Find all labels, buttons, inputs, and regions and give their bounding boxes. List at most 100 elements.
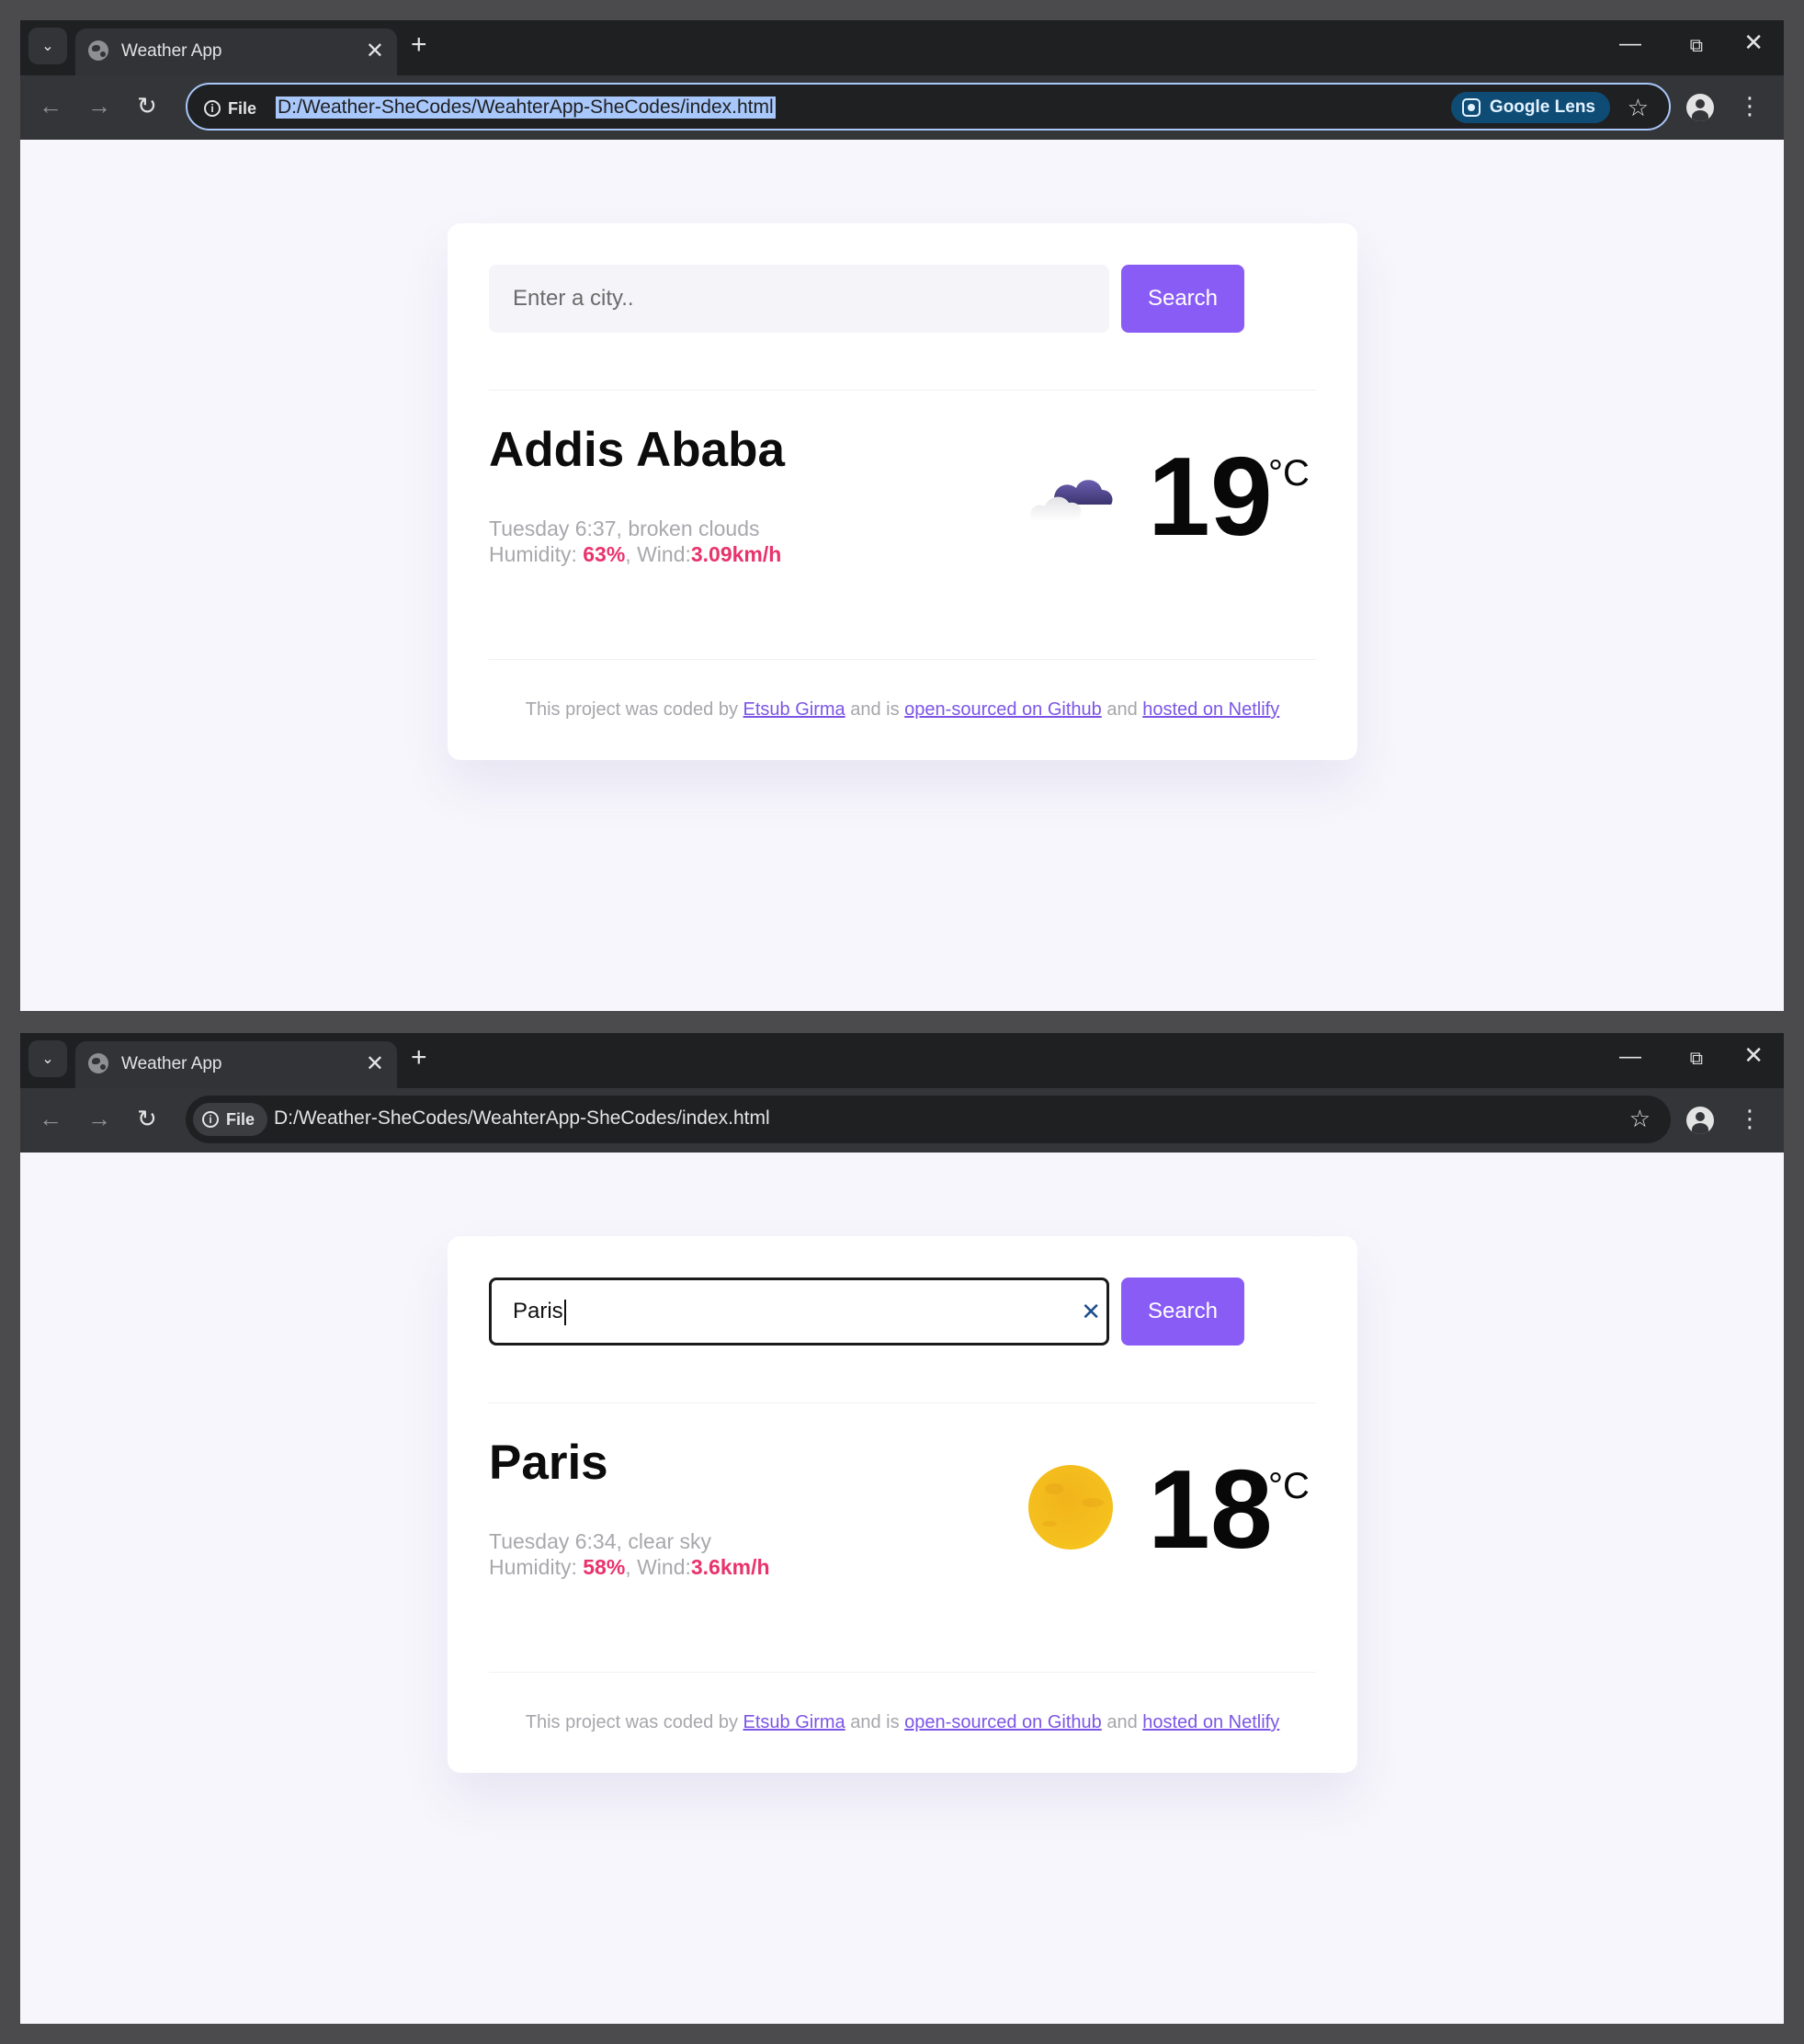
url-text[interactable]: D:/Weather-SheCodes/WeahterApp-SheCodes/… [276, 97, 776, 119]
humidity-value: 58% [583, 1555, 626, 1579]
city-search-input[interactable]: Enter a city.. [489, 265, 1109, 333]
temperature-unit: °C [1268, 1466, 1310, 1506]
search-button[interactable]: Search [1121, 1278, 1244, 1346]
lens-icon [1461, 98, 1481, 117]
info-icon: i [202, 1111, 219, 1128]
humidity-value: 63% [583, 542, 626, 566]
google-lens-label: Google Lens [1489, 97, 1595, 117]
close-window-icon[interactable]: ✕ [1743, 1043, 1764, 1067]
page-viewport: Enter a city.. Search Addis Ababa Tuesda… [20, 140, 1784, 1011]
profile-avatar-icon[interactable] [1686, 1107, 1714, 1134]
search-button[interactable]: Search [1121, 265, 1244, 333]
back-arrow-icon[interactable]: ← [39, 94, 62, 118]
divider [489, 1402, 1316, 1403]
globe-icon [88, 1053, 108, 1073]
temperature-value: 18 [1148, 1447, 1273, 1572]
forward-arrow-icon[interactable]: → [87, 1107, 111, 1130]
reload-icon[interactable]: ↻ [137, 94, 157, 118]
google-lens-button[interactable]: Google Lens [1450, 92, 1610, 123]
tab-search-button[interactable]: ⌄ [28, 28, 67, 64]
tab-search-button[interactable]: ⌄ [28, 1040, 67, 1077]
menu-kebab-icon[interactable]: ⋮ [1738, 92, 1762, 119]
humidity-label: Humidity: [489, 542, 584, 566]
site-info-chip[interactable]: i File [195, 92, 269, 125]
weather-card: Enter a city.. Search Addis Ababa Tuesda… [448, 223, 1357, 760]
browser-window-2: ⌄ Weather App ✕ + — ⧉ ✕ ← → ↻ i File D:/… [20, 1033, 1784, 2024]
minimize-icon[interactable]: — [1619, 1046, 1641, 1068]
close-window-icon[interactable]: ✕ [1743, 30, 1764, 54]
text-caret [563, 1299, 566, 1325]
globe-icon [88, 40, 108, 61]
wind-label: Wind: [637, 542, 691, 566]
back-arrow-icon[interactable]: ← [39, 1107, 62, 1130]
tab-close-icon[interactable]: ✕ [366, 38, 384, 64]
url-text[interactable]: D:/Weather-SheCodes/WeahterApp-SheCodes/… [274, 1107, 770, 1130]
city-search-input[interactable]: Paris ✕ [489, 1278, 1109, 1346]
tab-title: Weather App [121, 1054, 222, 1073]
browser-toolbar: ← → ↻ i File D:/Weather-SheCodes/Weahter… [20, 75, 1784, 140]
divider [489, 659, 1316, 660]
broken-clouds-icon [1030, 480, 1113, 521]
file-label: File [226, 1109, 255, 1129]
browser-window-1: ⌄ Weather App ✕ + — ⧉ ✕ ← → ↻ i File D:/… [20, 20, 1784, 1011]
bookmark-star-icon[interactable]: ☆ [1629, 1105, 1651, 1132]
clear-sky-sun-icon [1028, 1465, 1113, 1550]
humidity-label: Humidity: [489, 1555, 584, 1579]
site-info-chip[interactable]: i File [193, 1103, 268, 1136]
tab-weather-app[interactable]: Weather App ✕ [75, 28, 397, 75]
bookmark-star-icon[interactable]: ☆ [1628, 94, 1649, 121]
new-tab-button[interactable]: + [411, 31, 427, 59]
temperature-unit: °C [1268, 453, 1310, 494]
restore-icon[interactable]: ⧉ [1690, 35, 1703, 57]
info-icon: i [204, 100, 221, 117]
author-link[interactable]: Etsub Girma [743, 699, 845, 720]
tab-bar: ⌄ Weather App ✕ + — ⧉ ✕ [20, 1033, 1784, 1088]
day-time: Tuesday 6:37 [489, 517, 617, 540]
file-label: File [228, 98, 257, 118]
minimize-icon[interactable]: — [1619, 33, 1641, 55]
restore-icon[interactable]: ⧉ [1690, 1048, 1703, 1070]
netlify-link[interactable]: hosted on Netlify [1142, 699, 1279, 720]
city-name: Paris [489, 1436, 608, 1490]
tab-title: Weather App [121, 41, 222, 61]
wind-value: 3.6km/h [690, 1555, 770, 1579]
tab-bar: ⌄ Weather App ✕ + — ⧉ ✕ [20, 20, 1784, 75]
github-link[interactable]: open-sourced on Github [904, 699, 1102, 720]
address-bar[interactable]: i File D:/Weather-SheCodes/WeahterApp-Sh… [186, 1096, 1671, 1143]
forward-arrow-icon[interactable]: → [87, 94, 111, 118]
menu-kebab-icon[interactable]: ⋮ [1738, 1105, 1762, 1132]
divider [489, 390, 1316, 391]
weather-details: Tuesday 6:34, clear sky Humidity: 58%, W… [489, 1529, 770, 1579]
wind-value: 3.09km/h [690, 542, 782, 566]
netlify-link[interactable]: hosted on Netlify [1142, 1712, 1279, 1732]
clear-search-icon[interactable]: ✕ [1081, 1280, 1101, 1343]
temperature-value: 19 [1148, 434, 1273, 559]
address-bar[interactable]: i File D:/Weather-SheCodes/WeahterApp-Sh… [186, 83, 1671, 131]
reload-icon[interactable]: ↻ [137, 1107, 157, 1130]
city-name: Addis Ababa [489, 423, 785, 477]
wind-label: Wind: [637, 1555, 691, 1579]
author-link[interactable]: Etsub Girma [743, 1712, 845, 1732]
new-tab-button[interactable]: + [411, 1044, 427, 1072]
footer: This project was coded by Etsub Girma an… [448, 1712, 1357, 1733]
chevron-down-icon: ⌄ [41, 39, 54, 54]
chevron-down-icon: ⌄ [41, 1051, 54, 1067]
footer-text: and [1101, 1712, 1143, 1732]
footer-text: and is [845, 699, 905, 720]
footer-text: and [1101, 699, 1143, 720]
footer-text: This project was coded by [525, 1712, 743, 1732]
day-time: Tuesday 6:34 [489, 1529, 617, 1553]
footer: This project was coded by Etsub Girma an… [448, 699, 1357, 721]
tab-close-icon[interactable]: ✕ [366, 1050, 384, 1077]
tab-weather-app[interactable]: Weather App ✕ [75, 1041, 397, 1088]
page-viewport: Paris ✕ Search Paris Tuesday 6:34, clear… [20, 1153, 1784, 2024]
footer-text: This project was coded by [525, 699, 743, 720]
github-link[interactable]: open-sourced on Github [904, 1712, 1102, 1732]
browser-toolbar: ← → ↻ i File D:/Weather-SheCodes/Weahter… [20, 1088, 1784, 1153]
search-input-value: Paris [513, 1299, 563, 1323]
weather-description: broken clouds [628, 517, 760, 540]
weather-card: Paris ✕ Search Paris Tuesday 6:34, clear… [448, 1236, 1357, 1773]
weather-description: clear sky [628, 1529, 712, 1553]
weather-details: Tuesday 6:37, broken clouds Humidity: 63… [489, 517, 782, 566]
profile-avatar-icon[interactable] [1686, 94, 1714, 121]
